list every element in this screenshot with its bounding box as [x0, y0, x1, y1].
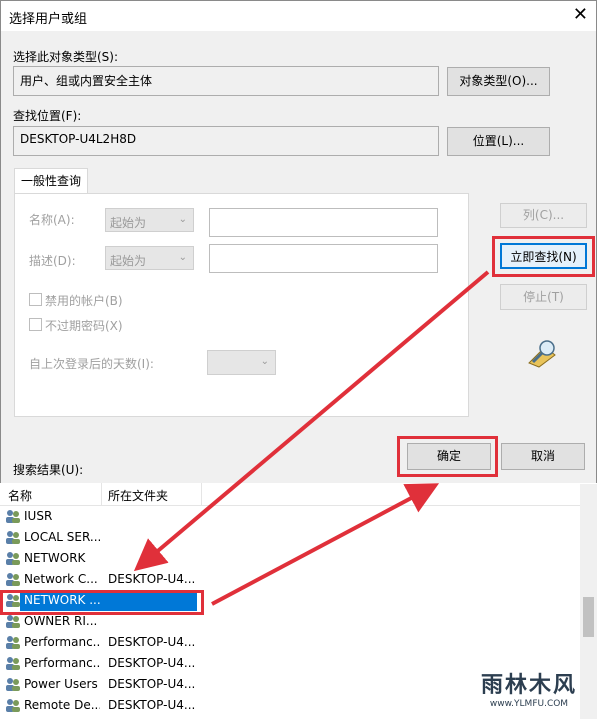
cancel-button[interactable]: 取消 [501, 443, 585, 470]
user-group-icon [6, 636, 20, 649]
user-group-icon [6, 615, 20, 628]
row-name: Power Users [24, 677, 98, 691]
row-name: IUSR [24, 509, 53, 523]
row-folder: DESKTOP-U4... [108, 572, 196, 586]
user-group-icon [6, 552, 20, 565]
find-now-highlight [492, 236, 595, 277]
chevron-down-icon: ⌄ [178, 214, 187, 225]
column-divider [101, 483, 102, 505]
column-header-name[interactable]: 名称 [8, 487, 32, 504]
row-name: Performanc... [24, 656, 100, 670]
days-since-login-select[interactable]: ⌄ [207, 350, 276, 375]
disabled-accounts-label: 禁用的帐户(B) [45, 294, 123, 308]
results-header: 名称 所在文件夹 [0, 483, 597, 506]
description-mode-select[interactable]: 起始为 ⌄ [105, 246, 194, 270]
name-label: 名称(A): [29, 213, 75, 227]
row-name: NETWORK [24, 551, 86, 565]
user-group-icon [6, 657, 20, 670]
row-folder: DESKTOP-U4... [108, 677, 196, 691]
row-folder: DESKTOP-U4... [108, 656, 196, 670]
close-icon[interactable]: ✕ [573, 5, 588, 25]
columns-button[interactable]: 列(C)... [500, 203, 587, 228]
watermark-brand: 雨林木风 [480, 673, 577, 698]
object-type-label: 选择此对象类型(S): [13, 50, 119, 64]
location-label: 查找位置(F): [13, 109, 82, 123]
name-mode-value: 起始为 [110, 216, 147, 230]
chevron-down-icon: ⌄ [260, 356, 269, 367]
user-group-icon [6, 510, 20, 523]
row-name: LOCAL SER... [24, 530, 100, 544]
watermark-logo: 雨林木风 www.YLMFU.COM [465, 667, 593, 717]
table-row[interactable]: LOCAL SER... [0, 527, 580, 548]
location-field: DESKTOP-U4L2H8D [13, 126, 439, 156]
row-name: Performanc... [24, 635, 100, 649]
object-types-button[interactable]: 对象类型(O)... [447, 67, 550, 96]
table-row[interactable]: Performanc... DESKTOP-U4... [0, 632, 580, 653]
row-folder: DESKTOP-U4... [108, 698, 196, 712]
scrollbar-thumb[interactable] [583, 597, 594, 637]
title-bar: 选择用户或组 ✕ [1, 1, 596, 31]
description-label: 描述(D): [29, 254, 76, 268]
row-name: Remote De... [24, 698, 100, 712]
table-row[interactable]: IUSR [0, 506, 580, 527]
locations-button[interactable]: 位置(L)... [447, 127, 550, 156]
window-title: 选择用户或组 [9, 12, 88, 27]
row-name: Network C... [24, 572, 98, 586]
description-input[interactable] [209, 244, 438, 273]
user-group-icon [6, 678, 20, 691]
column-header-folder[interactable]: 所在文件夹 [108, 487, 168, 504]
description-mode-value: 起始为 [110, 254, 147, 268]
table-row[interactable]: Network C... DESKTOP-U4... [0, 569, 580, 590]
user-group-icon [6, 699, 20, 712]
days-since-login-label: 自上次登录后的天数(I): [29, 357, 154, 371]
chevron-down-icon: ⌄ [178, 252, 187, 263]
name-mode-select[interactable]: 起始为 ⌄ [105, 208, 194, 232]
row-folder: DESKTOP-U4... [108, 635, 196, 649]
tab-general-query[interactable]: 一般性查询 [14, 168, 88, 194]
row-name: OWNER RI... [24, 614, 98, 628]
stop-button[interactable]: 停止(T) [500, 284, 587, 310]
search-results-label: 搜索结果(U): [13, 463, 84, 477]
search-flashlight-icon [528, 340, 556, 368]
object-type-field: 用户、组或内置安全主体 [13, 66, 439, 96]
user-group-icon [6, 531, 20, 544]
column-divider [201, 483, 202, 505]
non-expiring-password-label: 不过期密码(X) [45, 319, 123, 333]
selected-row-highlight [0, 590, 204, 615]
disabled-accounts-checkbox[interactable] [29, 293, 42, 306]
name-input[interactable] [209, 208, 438, 237]
watermark-url: www.YLMFU.COM [489, 699, 569, 709]
table-row[interactable]: NETWORK [0, 548, 580, 569]
non-expiring-password-checkbox[interactable] [29, 318, 42, 331]
user-group-icon [6, 573, 20, 586]
ok-highlight [397, 436, 498, 477]
